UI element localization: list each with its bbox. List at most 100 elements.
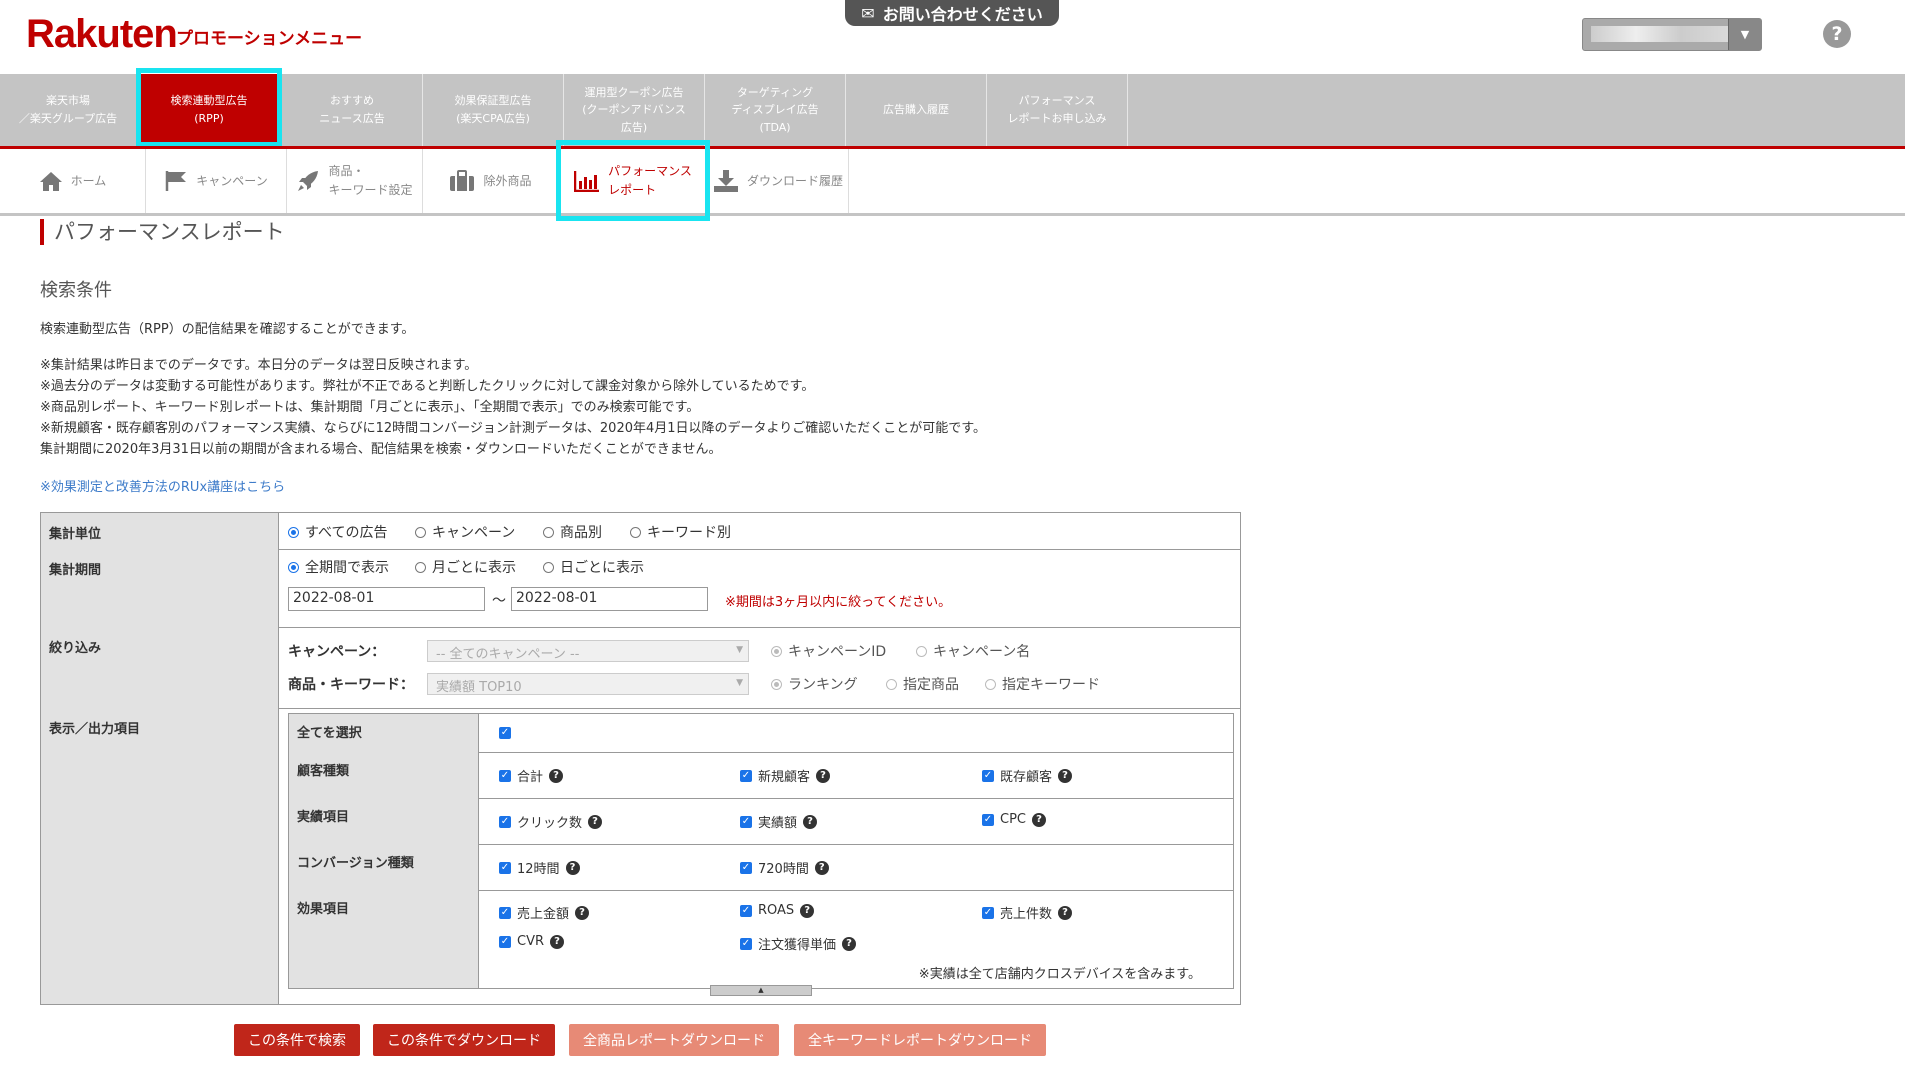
check-icon[interactable]: ✓ bbox=[740, 861, 752, 874]
period-option-daily[interactable]: 日ごとに表示 bbox=[543, 557, 644, 577]
radio-icon[interactable] bbox=[771, 678, 782, 690]
top-nav-item-coupon-advance[interactable]: 運用型クーポン広告 (クーポンアドバンス 広告) bbox=[564, 74, 705, 146]
check-icon[interactable]: ✓ bbox=[499, 769, 511, 782]
date-from-input[interactable]: 2022-08-01 bbox=[288, 587, 485, 611]
check-icon[interactable]: ✓ bbox=[499, 861, 511, 874]
all-keywords-report-download-button[interactable]: 全キーワードレポートダウンロード bbox=[794, 1024, 1046, 1056]
radio-icon[interactable] bbox=[630, 526, 641, 538]
radio-icon[interactable] bbox=[543, 561, 554, 573]
campaign-option-name[interactable]: キャンペーン名 bbox=[916, 641, 1030, 661]
sub-nav-item-home[interactable]: ホーム bbox=[0, 149, 146, 213]
select-all-label: 全てを選択 bbox=[289, 714, 479, 752]
checkbox-12h[interactable]: ✓ 12時間? bbox=[499, 858, 580, 877]
check-icon[interactable]: ✓ bbox=[982, 769, 994, 782]
top-nav-item-rakuten-ads[interactable]: 楽天市場 ／楽天グループ広告 bbox=[0, 74, 137, 146]
collapse-toggle[interactable]: ▲ bbox=[710, 985, 812, 996]
sub-nav-item-campaign[interactable]: キャンペーン bbox=[146, 149, 287, 213]
help-icon[interactable]: ? bbox=[565, 860, 580, 875]
checkbox-cpa[interactable]: ✓ 注文獲得単価? bbox=[740, 934, 857, 953]
checkbox-cpc[interactable]: ✓ CPC? bbox=[982, 812, 1046, 827]
help-icon[interactable]: ? bbox=[575, 905, 590, 920]
top-nav-item-news-ads[interactable]: おすすめ ニュース広告 bbox=[282, 74, 423, 146]
top-nav-item-tda[interactable]: ターゲティング ディスプレイ広告 (TDA) bbox=[705, 74, 846, 146]
item-option-keyword[interactable]: 指定キーワード bbox=[985, 674, 1100, 694]
account-selector[interactable]: ▼ bbox=[1582, 18, 1762, 51]
help-icon[interactable]: ? bbox=[842, 936, 857, 951]
radio-icon[interactable] bbox=[543, 526, 554, 538]
top-nav-item-purchase-history[interactable]: 広告購入履歴 bbox=[846, 74, 987, 146]
check-icon[interactable]: ✓ bbox=[982, 906, 994, 919]
checkbox-label: 売上金額 bbox=[517, 907, 570, 922]
help-icon[interactable]: ? bbox=[1058, 905, 1073, 920]
top-nav-item-cpa[interactable]: 効果保証型広告 (楽天CPA広告) bbox=[423, 74, 564, 146]
check-icon[interactable]: ✓ bbox=[740, 937, 752, 950]
checkbox-720h[interactable]: ✓ 720時間? bbox=[740, 858, 829, 877]
radio-icon[interactable] bbox=[771, 645, 782, 657]
unit-option-product[interactable]: 商品別 bbox=[543, 522, 602, 542]
radio-icon[interactable] bbox=[415, 561, 426, 573]
all-products-report-download-button[interactable]: 全商品レポートダウンロード bbox=[569, 1024, 779, 1056]
radio-icon[interactable] bbox=[886, 678, 897, 690]
unit-option-keyword[interactable]: キーワード別 bbox=[630, 522, 731, 542]
check-icon[interactable]: ✓ bbox=[499, 935, 511, 948]
date-to-input[interactable]: 2022-08-01 bbox=[511, 587, 708, 611]
customer-type-label: 顧客種類 bbox=[289, 752, 479, 798]
check-icon[interactable]: ✓ bbox=[740, 815, 752, 828]
option-label: 指定キーワード bbox=[1002, 677, 1100, 693]
radio-icon[interactable] bbox=[916, 645, 927, 657]
check-icon[interactable]: ✓ bbox=[499, 815, 511, 828]
check-icon[interactable]: ✓ bbox=[982, 813, 994, 826]
unit-option-all[interactable]: すべての広告 bbox=[288, 522, 387, 542]
download-button[interactable]: この条件でダウンロード bbox=[373, 1024, 555, 1056]
note-line: ※商品別レポート、キーワード別レポートは、集計期間「月ごとに表示」、「全期間で表… bbox=[40, 400, 700, 415]
help-icon[interactable]: ? bbox=[588, 814, 603, 829]
chevron-down-icon[interactable]: ▼ bbox=[1728, 19, 1761, 50]
check-icon[interactable]: ✓ bbox=[499, 727, 511, 739]
item-select[interactable]: 実績額 TOP10 bbox=[427, 673, 749, 695]
help-icon[interactable]: ? bbox=[550, 934, 565, 949]
rux-course-link[interactable]: ※効果測定と改善方法のRUx講座はこちら bbox=[40, 476, 285, 495]
checkbox-cvr[interactable]: ✓ CVR? bbox=[499, 934, 565, 949]
unit-option-campaign[interactable]: キャンペーン bbox=[415, 522, 515, 542]
checkbox-sales-amount[interactable]: ✓ 売上金額? bbox=[499, 903, 590, 922]
help-icon[interactable]: ? bbox=[816, 768, 831, 783]
help-icon[interactable]: ? bbox=[803, 814, 818, 829]
checkbox-existing-customer[interactable]: ✓ 既存顧客? bbox=[982, 766, 1073, 785]
item-option-product[interactable]: 指定商品 bbox=[886, 674, 959, 694]
sub-nav-item-excluded[interactable]: 除外商品 bbox=[423, 149, 559, 213]
check-icon[interactable]: ✓ bbox=[740, 769, 752, 782]
rakuten-logo[interactable]: Rakuten bbox=[26, 12, 178, 57]
campaign-option-id[interactable]: キャンペーンID bbox=[771, 641, 886, 661]
rocket-icon bbox=[298, 171, 319, 191]
period-option-all[interactable]: 全期間で表示 bbox=[288, 557, 389, 577]
filter-label: 絞り込み bbox=[41, 627, 279, 708]
top-nav-item-performance-apply[interactable]: パフォーマンス レポートお申し込み bbox=[987, 74, 1128, 146]
checkbox-total[interactable]: ✓ 合計? bbox=[499, 766, 564, 785]
radio-icon[interactable] bbox=[288, 526, 299, 538]
radio-icon[interactable] bbox=[985, 678, 996, 690]
help-icon[interactable]: ? bbox=[1058, 768, 1073, 783]
help-icon[interactable]: ? bbox=[1823, 20, 1851, 48]
campaign-select[interactable]: -- 全てのキャンペーン -- bbox=[427, 640, 749, 662]
period-option-monthly[interactable]: 月ごとに表示 bbox=[415, 557, 516, 577]
check-icon[interactable]: ✓ bbox=[499, 906, 511, 919]
item-option-ranking[interactable]: ランキング bbox=[771, 674, 858, 694]
results-row: 実績項目 ✓ クリック数? ✓ 実績額? ✓ CPC? bbox=[289, 798, 1233, 845]
contact-button[interactable]: ✉ お問い合わせください bbox=[845, 0, 1059, 26]
search-button[interactable]: この条件で検索 bbox=[234, 1024, 360, 1056]
radio-icon[interactable] bbox=[288, 561, 299, 573]
sub-nav-item-download-history[interactable]: ダウンロード履歴 bbox=[708, 149, 849, 213]
help-icon[interactable]: ? bbox=[549, 768, 564, 783]
checkbox-clicks[interactable]: ✓ クリック数? bbox=[499, 812, 603, 831]
checkbox-sales-count[interactable]: ✓ 売上件数? bbox=[982, 903, 1073, 922]
help-icon[interactable]: ? bbox=[800, 903, 815, 918]
help-icon[interactable]: ? bbox=[1032, 812, 1046, 827]
radio-icon[interactable] bbox=[415, 526, 426, 538]
checkbox-new-customer[interactable]: ✓ 新規顧客? bbox=[740, 766, 831, 785]
select-all-checkbox[interactable]: ✓ bbox=[499, 727, 511, 739]
check-icon[interactable]: ✓ bbox=[740, 904, 752, 917]
sub-nav-item-product-keyword[interactable]: 商品・ キーワード設定 bbox=[287, 149, 423, 213]
checkbox-spend[interactable]: ✓ 実績額? bbox=[740, 812, 818, 831]
checkbox-roas[interactable]: ✓ ROAS? bbox=[740, 903, 815, 918]
help-icon[interactable]: ? bbox=[814, 860, 829, 875]
